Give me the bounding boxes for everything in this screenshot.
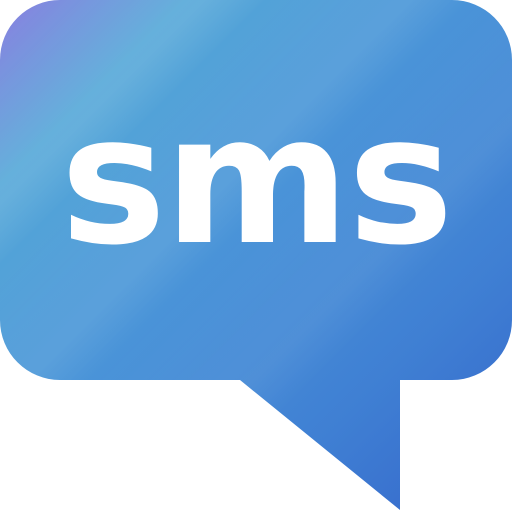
icon-label: sms xyxy=(60,77,451,284)
sms-app-icon[interactable]: sms xyxy=(0,0,512,512)
chat-bubble-icon: sms xyxy=(0,0,512,510)
